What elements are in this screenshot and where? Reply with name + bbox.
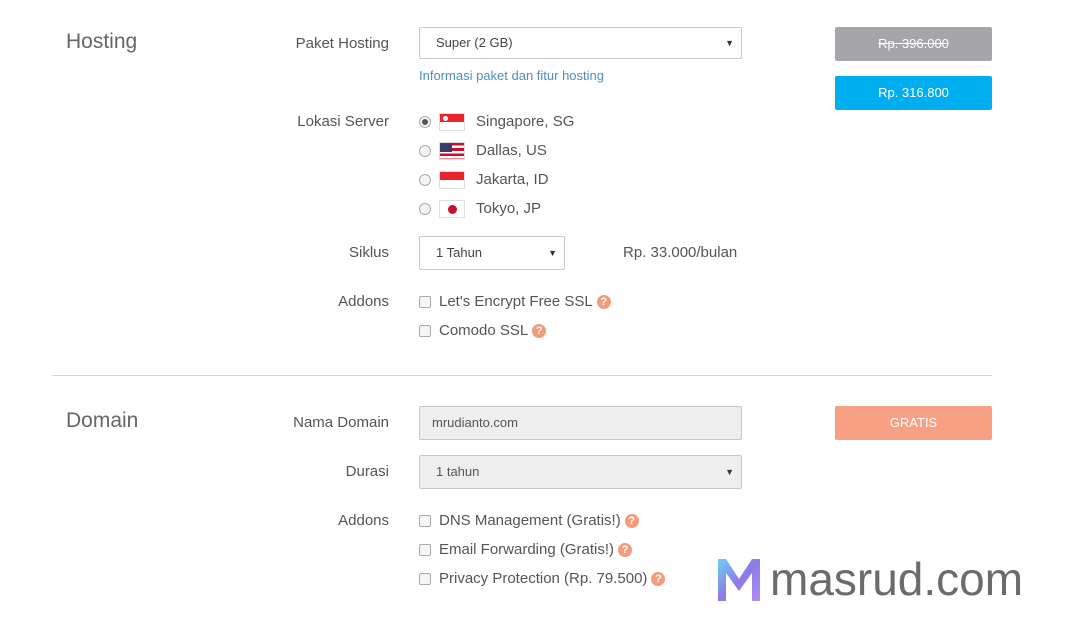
addon-letsencrypt-ssl[interactable]: Let's Encrypt Free SSL? [439, 293, 611, 310]
addon-email-forwarding-label: Email Forwarding (Gratis!) [439, 541, 615, 558]
price-button[interactable]: Rp. 316.800 [835, 76, 992, 110]
addon-comodo-ssl[interactable]: Comodo SSL? [439, 322, 547, 339]
server-option-dallas[interactable]: Dallas, US [476, 142, 547, 159]
checkbox-privacy-protection[interactable] [419, 573, 431, 585]
package-info-link[interactable]: Informasi paket dan fitur hosting [419, 68, 604, 83]
checkbox-letsencrypt-ssl[interactable] [419, 296, 431, 308]
watermark-text: masrud.com [770, 553, 1024, 605]
radio-dallas[interactable] [419, 145, 431, 157]
jp-flag-icon [439, 200, 465, 218]
domain-name-field[interactable]: mrudianto.com [419, 406, 742, 440]
us-flag-icon [439, 142, 465, 160]
addon-privacy-protection-label: Privacy Protection (Rp. 79.500) [439, 570, 648, 587]
cycle-select-value: 1 Tahun [436, 245, 483, 260]
server-option-tokyo[interactable]: Tokyo, JP [476, 200, 541, 217]
masrud-logo-icon [718, 559, 760, 601]
addon-privacy-protection[interactable]: Privacy Protection (Rp. 79.500)? [439, 570, 666, 587]
cycle-select[interactable]: 1 Tahun ▼ [419, 236, 565, 270]
checkbox-comodo-ssl[interactable] [419, 325, 431, 337]
chevron-down-icon: ▼ [725, 467, 734, 477]
section-divider [52, 375, 992, 376]
monthly-price: Rp. 33.000/bulan [623, 244, 738, 261]
domain-name-value: mrudianto.com [432, 415, 518, 430]
package-select-value: Super (2 GB) [436, 35, 513, 50]
domain-addons-label: Addons [338, 512, 389, 529]
radio-tokyo[interactable] [419, 203, 431, 215]
duration-select-value: 1 tahun [436, 464, 480, 479]
addon-email-forwarding[interactable]: Email Forwarding (Gratis!)? [439, 541, 633, 558]
package-label: Paket Hosting [295, 35, 389, 52]
chevron-down-icon: ▼ [548, 248, 557, 258]
domain-section-title: Domain [66, 409, 139, 432]
help-icon[interactable]: ? [596, 295, 611, 309]
old-price-badge: Rp. 396.000 [835, 27, 992, 61]
help-icon[interactable]: ? [618, 543, 633, 557]
duration-label: Durasi [345, 463, 389, 480]
sg-flag-icon [439, 113, 465, 131]
hosting-addons-label: Addons [338, 293, 389, 310]
radio-singapore[interactable] [419, 116, 431, 128]
help-icon[interactable]: ? [624, 514, 639, 528]
cycle-label: Siklus [348, 244, 389, 261]
server-location-label: Lokasi Server [297, 113, 389, 130]
addon-letsencrypt-ssl-label: Let's Encrypt Free SSL [439, 293, 593, 310]
server-option-singapore[interactable]: Singapore, SG [476, 113, 574, 130]
duration-select[interactable]: 1 tahun ▼ [419, 455, 742, 489]
id-flag-icon [439, 171, 465, 189]
chevron-down-icon: ▼ [725, 38, 734, 48]
addon-comodo-ssl-label: Comodo SSL [439, 322, 529, 339]
gratis-badge: GRATIS [835, 406, 992, 440]
checkbox-dns-management[interactable] [419, 515, 431, 527]
checkbox-email-forwarding[interactable] [419, 544, 431, 556]
addon-dns-management[interactable]: DNS Management (Gratis!)? [439, 512, 639, 529]
hosting-section-title: Hosting [66, 30, 138, 53]
radio-jakarta[interactable] [419, 174, 431, 186]
help-icon[interactable]: ? [532, 324, 547, 338]
addon-dns-management-label: DNS Management (Gratis!) [439, 512, 621, 529]
domain-name-label: Nama Domain [293, 414, 389, 431]
package-select[interactable]: Super (2 GB) ▼ [419, 27, 742, 59]
server-option-jakarta[interactable]: Jakarta, ID [476, 171, 549, 188]
help-icon[interactable]: ? [651, 572, 666, 586]
